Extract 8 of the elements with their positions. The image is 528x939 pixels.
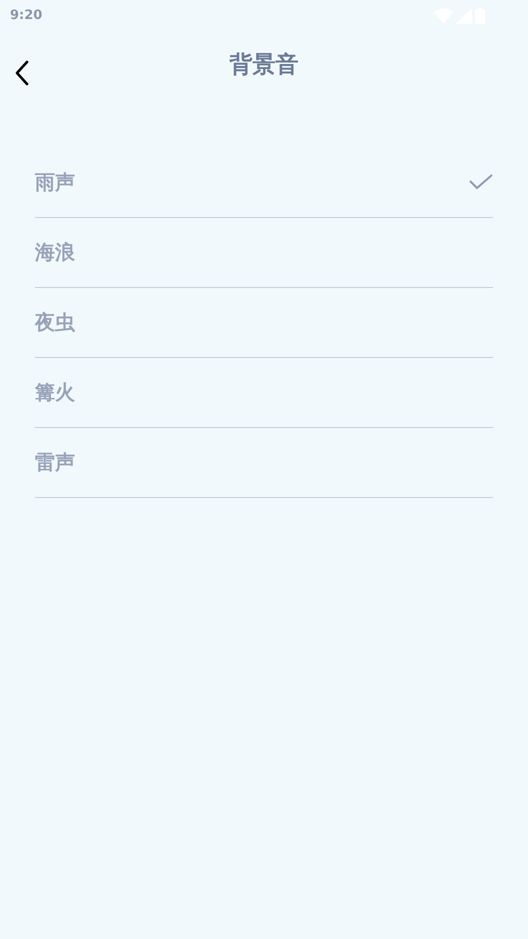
sound-option[interactable]: 雷声	[35, 428, 493, 498]
status-time: 9:20	[10, 7, 42, 26]
sound-option[interactable]: 夜虫	[35, 288, 493, 358]
sound-option[interactable]: 雨声	[35, 148, 493, 218]
sound-option[interactable]: 篝火	[35, 358, 493, 428]
back-icon	[15, 60, 29, 86]
sound-option[interactable]: 海浪	[35, 218, 493, 288]
page-title: 背景音	[230, 50, 298, 80]
